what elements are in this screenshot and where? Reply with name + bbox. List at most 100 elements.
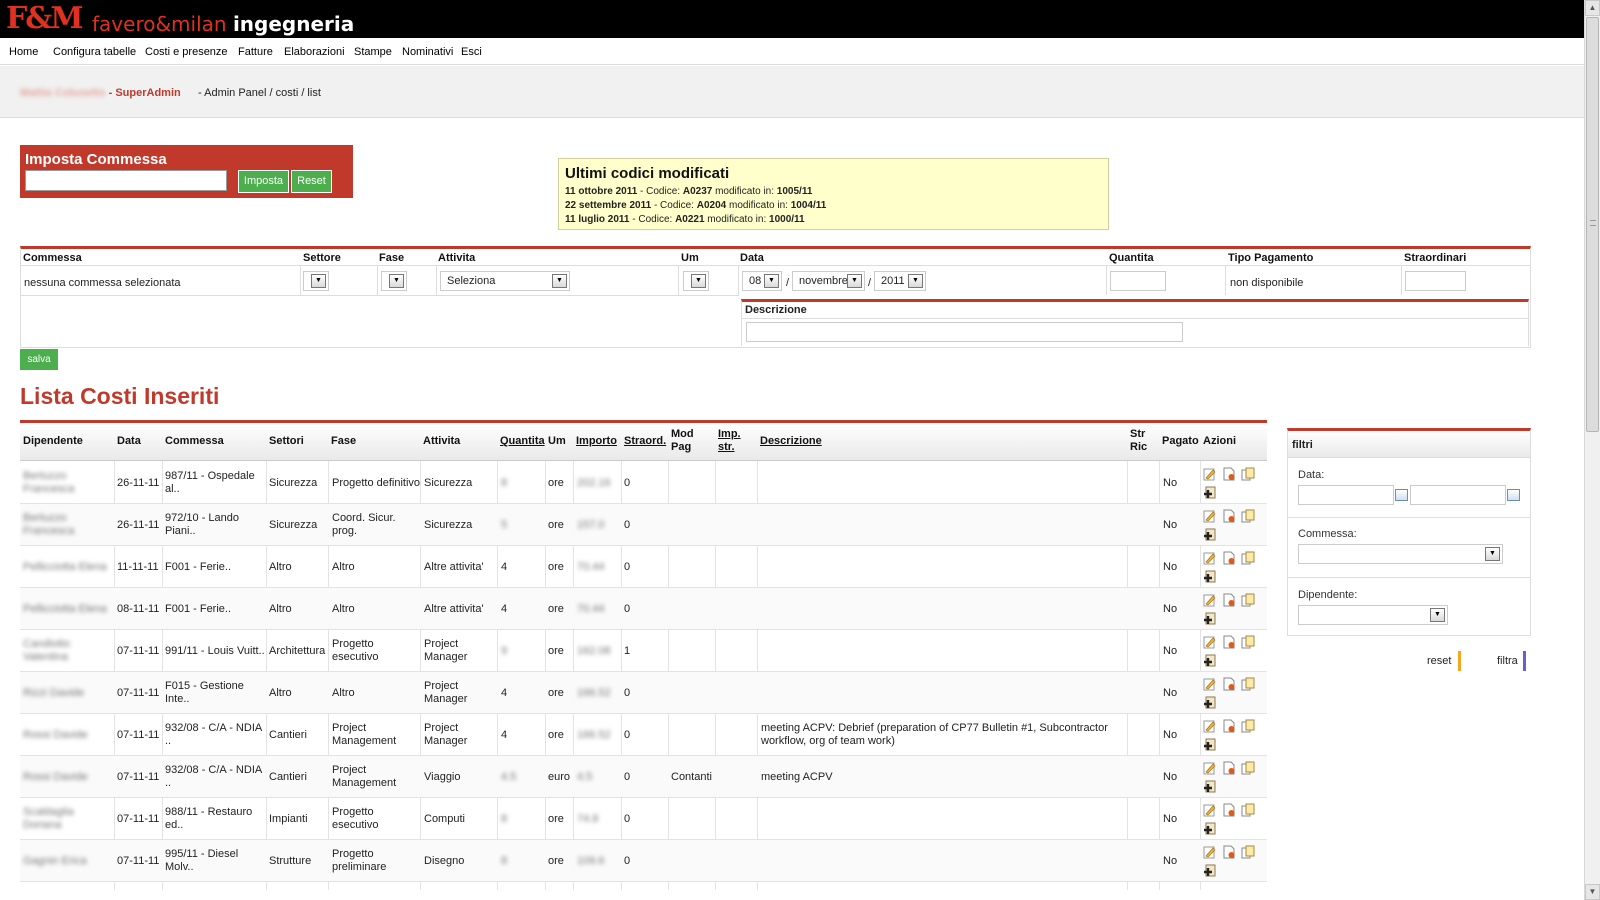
quantita-input[interactable] (1110, 271, 1166, 291)
sort-importo[interactable]: Importo (576, 435, 617, 448)
divider (742, 318, 1528, 319)
delete-icon[interactable] (1222, 845, 1236, 859)
delete-icon[interactable] (1222, 635, 1236, 649)
filter-date-from-input[interactable] (1298, 485, 1394, 505)
date-year-select[interactable]: 2011 ▼ (874, 271, 926, 291)
logo-name-red: favero&milan (92, 12, 227, 36)
nav-configura-tabelle[interactable]: Configura tabelle (53, 46, 136, 58)
date-month-select[interactable]: novembre ▼ (792, 271, 865, 291)
cell-data: 26-11-11 (117, 519, 160, 531)
edit-icon[interactable] (1203, 677, 1217, 691)
filter-commessa-select[interactable]: ▼ (1298, 544, 1503, 564)
copy-icon[interactable] (1241, 845, 1255, 859)
add-icon[interactable] (1203, 612, 1217, 626)
copy-icon[interactable] (1241, 551, 1255, 565)
commessa-input[interactable] (25, 170, 227, 191)
table-row: Rossi Davide 07-11-11 932/08 - C/A - NDIA.… (20, 714, 1267, 756)
col-pagato: Pagato (1162, 435, 1199, 447)
scroll-grip (1590, 220, 1596, 226)
copy-icon[interactable] (1241, 635, 1255, 649)
um-select[interactable]: ▼ (683, 271, 709, 291)
imposta-button[interactable]: Imposta (238, 170, 289, 193)
cell-straord: 0 (624, 771, 631, 783)
add-icon[interactable] (1203, 528, 1217, 542)
cell-data: 11-11-11 (117, 561, 159, 573)
nav-nominativi[interactable]: Nominativi (402, 46, 453, 58)
date-day-select[interactable]: 08 ▼ (742, 271, 782, 291)
delete-icon[interactable] (1222, 677, 1236, 691)
add-icon[interactable] (1203, 654, 1217, 668)
descrizione-input[interactable] (746, 322, 1183, 342)
edit-icon[interactable] (1203, 509, 1217, 523)
cell-commessa-line2: ed.. (165, 819, 184, 831)
sort-imp-str[interactable]: Imp. str. (718, 428, 741, 454)
nav-esci[interactable]: Esci (461, 46, 482, 58)
filter-apply-link[interactable]: filtra (1497, 655, 1518, 667)
scroll-up-arrow[interactable]: ▲ (1585, 0, 1600, 16)
attivita-select[interactable]: Seleziona ▼ (440, 271, 570, 291)
edit-icon[interactable] (1203, 803, 1217, 817)
straordinari-input[interactable] (1405, 271, 1466, 291)
copy-icon[interactable] (1241, 803, 1255, 817)
copy-icon[interactable] (1241, 761, 1255, 775)
copy-icon[interactable] (1241, 677, 1255, 691)
delete-icon[interactable] (1222, 803, 1236, 817)
scroll-thumb[interactable] (1586, 17, 1599, 432)
cell-settori: Sicurezza (269, 477, 318, 489)
scroll-down-arrow[interactable]: ▼ (1585, 884, 1600, 900)
copy-icon[interactable] (1241, 467, 1255, 481)
calendar-icon[interactable] (1395, 489, 1408, 501)
edit-icon[interactable] (1203, 635, 1217, 649)
filter-dipendente-select[interactable]: ▼ (1298, 605, 1448, 625)
add-icon[interactable] (1203, 822, 1217, 836)
salva-button[interactable]: salva (20, 349, 58, 370)
copy-icon[interactable] (1241, 593, 1255, 607)
col-attivita: Attivita (423, 435, 461, 447)
filter-reset-link[interactable]: reset (1427, 655, 1451, 667)
cell-commessa: 988/11 - Restauro (165, 806, 253, 818)
chevron-down-icon: ▼ (691, 274, 706, 288)
delete-icon[interactable] (1222, 551, 1236, 565)
add-icon[interactable] (1203, 864, 1217, 878)
edit-icon[interactable] (1203, 593, 1217, 607)
sort-straord[interactable]: Straord. (624, 435, 666, 448)
ultimi-codici-panel: Ultimi codici modificati 11 ottobre 2011… (558, 158, 1109, 230)
delete-icon[interactable] (1222, 593, 1236, 607)
sort-quantita[interactable]: Quantita (500, 435, 545, 448)
sort-descrizione[interactable]: Descrizione (760, 435, 822, 448)
delete-icon[interactable] (1222, 467, 1236, 481)
reset-button[interactable]: Reset (291, 170, 332, 193)
col-commessa: Commessa (165, 435, 224, 447)
copy-icon[interactable] (1241, 509, 1255, 523)
vertical-scrollbar[interactable]: ▲ ▼ (1584, 0, 1600, 900)
add-icon[interactable] (1203, 738, 1217, 752)
col-settori: Settori (269, 435, 304, 447)
delete-icon[interactable] (1222, 719, 1236, 733)
nav-fatture[interactable]: Fatture (238, 46, 273, 58)
add-icon[interactable] (1203, 486, 1217, 500)
fase-select[interactable]: ▼ (381, 271, 407, 291)
nav-costi-presenze[interactable]: Costi e presenze (145, 46, 228, 58)
nav-home[interactable]: Home (9, 46, 38, 58)
add-icon[interactable] (1203, 696, 1217, 710)
col-mod-pag-line2: Pag (671, 441, 692, 453)
calendar-icon[interactable] (1507, 489, 1520, 501)
cell-dipendente: Bertuzzo (23, 470, 67, 482)
filter-date-to-input[interactable] (1410, 485, 1506, 505)
nav-elaborazioni[interactable]: Elaborazioni (284, 46, 345, 58)
edit-icon[interactable] (1203, 761, 1217, 775)
delete-icon[interactable] (1222, 761, 1236, 775)
copy-icon[interactable] (1241, 719, 1255, 733)
chevron-down-icon: ▼ (552, 274, 567, 288)
cell-straord: 0 (624, 519, 631, 531)
nav-stampe[interactable]: Stampe (354, 46, 392, 58)
add-icon[interactable] (1203, 780, 1217, 794)
edit-icon[interactable] (1203, 845, 1217, 859)
settore-select[interactable]: ▼ (303, 271, 329, 291)
edit-icon[interactable] (1203, 551, 1217, 565)
add-icon[interactable] (1203, 570, 1217, 584)
edit-icon[interactable] (1203, 719, 1217, 733)
cell-um: ore (548, 687, 564, 699)
delete-icon[interactable] (1222, 509, 1236, 523)
edit-icon[interactable] (1203, 467, 1217, 481)
